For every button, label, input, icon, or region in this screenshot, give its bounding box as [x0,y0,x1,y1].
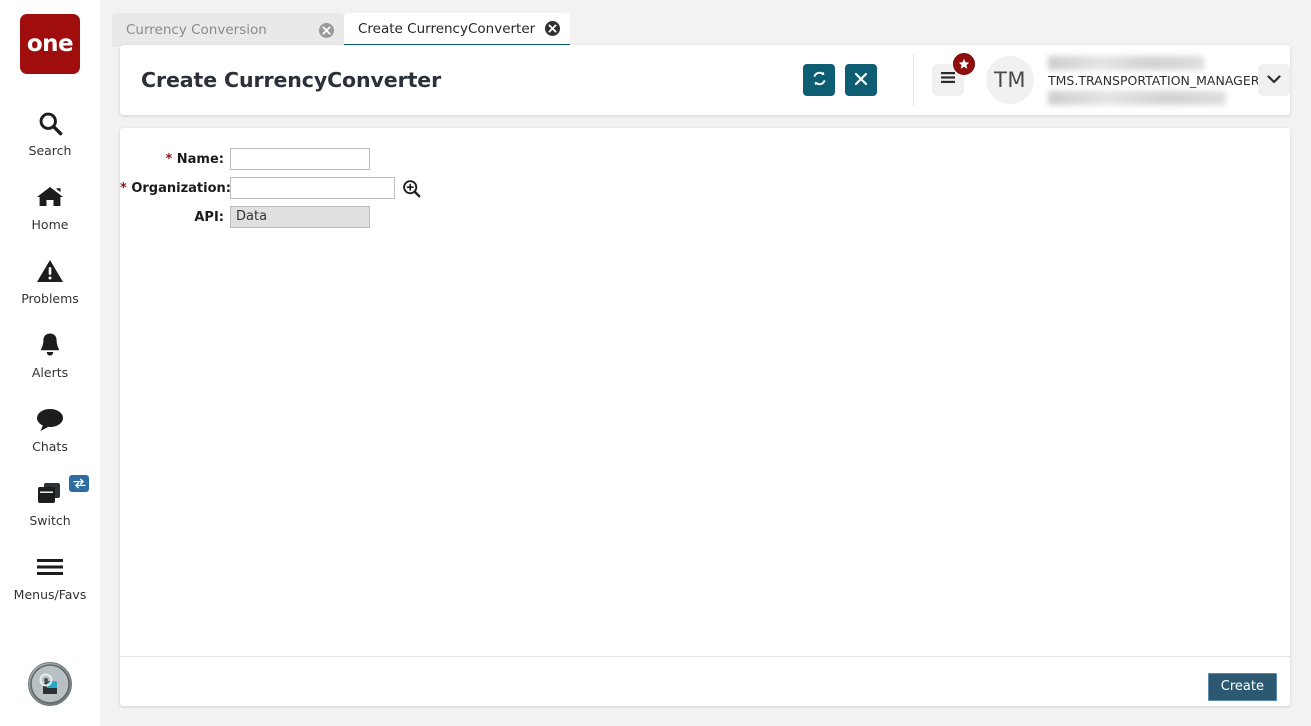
close-page-button[interactable] [845,64,877,96]
form-row-api: API: Data [120,206,1290,228]
chat-bubble-icon [35,404,65,434]
footer-divider [120,656,1290,657]
header-actions: TM TMS.TRANSPORTATION_MANAGER [793,53,1290,106]
sidebar-nav: Search Home Problems Alerts Chats Switch… [0,96,100,614]
hamburger-icon [35,552,65,582]
star-badge-icon [953,53,975,75]
app-root: one Search Home Problems Alerts Chats Sw… [0,0,1311,726]
tab-label: Create CurrencyConverter [358,20,536,37]
form-row-name: * Name: [120,148,1290,170]
sidebar-item-problems[interactable]: Problems [0,244,100,318]
user-menu-dropdown-button[interactable] [1258,64,1290,96]
required-asterisk: * [165,151,173,167]
tab-label: Currency Conversion [126,22,267,38]
sidebar-item-label: Search [28,143,72,158]
sidebar-item-label: Alerts [31,365,69,380]
warning-triangle-icon [36,256,64,286]
username-label: TMS.TRANSPORTATION_MANAGER [1048,72,1260,88]
sidebar-item-label: Problems [21,291,79,306]
user-info: TMS.TRANSPORTATION_MANAGER [1048,55,1259,105]
content-panel: * Name: * Organization: API: Data Create [120,128,1290,706]
sidebar-item-label: Switch [29,513,71,528]
sidebar-item-home[interactable]: Home [0,170,100,244]
magnifier-plus-icon[interactable] [402,179,421,198]
chevron-down-icon [1267,71,1281,89]
api-label: API: [120,210,230,225]
sidebar-item-label: Menus/Favs [13,587,87,602]
avatar-initials: TM [994,68,1026,92]
sidebar-item-label: Chats [32,439,68,454]
close-circle-icon[interactable] [545,21,560,36]
hamburger-menu-icon [940,71,956,89]
page-header: Create CurrencyConverter TM TMS.TRANSPOR… [120,45,1290,115]
tab-currency-conversion[interactable]: Currency Conversion [112,13,344,47]
sidebar-item-menus-favs[interactable]: Menus/Favs [0,540,100,614]
organization-label-text: Organization: [131,180,231,196]
swap-arrows-icon [69,475,89,492]
api-value: Data [230,206,370,228]
close-x-icon [854,72,868,89]
switch-windows-icon [35,475,89,508]
brand-logo-text: one [26,31,74,57]
create-button[interactable]: Create [1207,673,1277,701]
brand-logo[interactable]: one [20,14,80,74]
organization-label: * Organization: [120,180,231,196]
sidebar-item-label: Home [31,217,69,232]
redacted-line-top [1048,55,1204,70]
main-menu-button[interactable] [932,53,975,96]
home-icon [35,182,65,212]
page-title: Create CurrencyConverter [141,68,442,92]
organization-input[interactable] [230,177,395,199]
bell-icon [37,330,63,360]
required-asterisk: * [120,180,127,196]
name-input[interactable] [230,148,370,170]
refresh-sync-icon [811,70,828,90]
sidebar-item-search[interactable]: Search [0,96,100,170]
name-label: * Name: [120,152,230,167]
avatar[interactable]: TM [986,56,1034,104]
api-label-text: API: [194,209,224,225]
header-divider [913,54,914,106]
redacted-line-bottom [1048,90,1226,105]
create-currencyconverter-form: * Name: * Organization: API: Data [120,128,1290,228]
form-row-organization: * Organization: [120,177,1290,199]
sidebar-item-alerts[interactable]: Alerts [0,318,100,392]
search-icon [37,108,64,138]
sidebar-item-chats[interactable]: Chats [0,392,100,466]
refresh-button[interactable] [803,64,835,96]
tab-create-currencyconverter[interactable]: Create CurrencyConverter [344,13,570,47]
close-circle-icon[interactable] [319,22,334,38]
left-sidebar: one Search Home Problems Alerts Chats Sw… [0,0,100,726]
tab-bar: Currency Conversion Create CurrencyConve… [112,13,570,47]
name-label-text: Name: [176,151,224,167]
sidebar-item-switch[interactable]: Switch [0,466,100,540]
ai-assistant-avatar-icon[interactable] [28,662,72,706]
